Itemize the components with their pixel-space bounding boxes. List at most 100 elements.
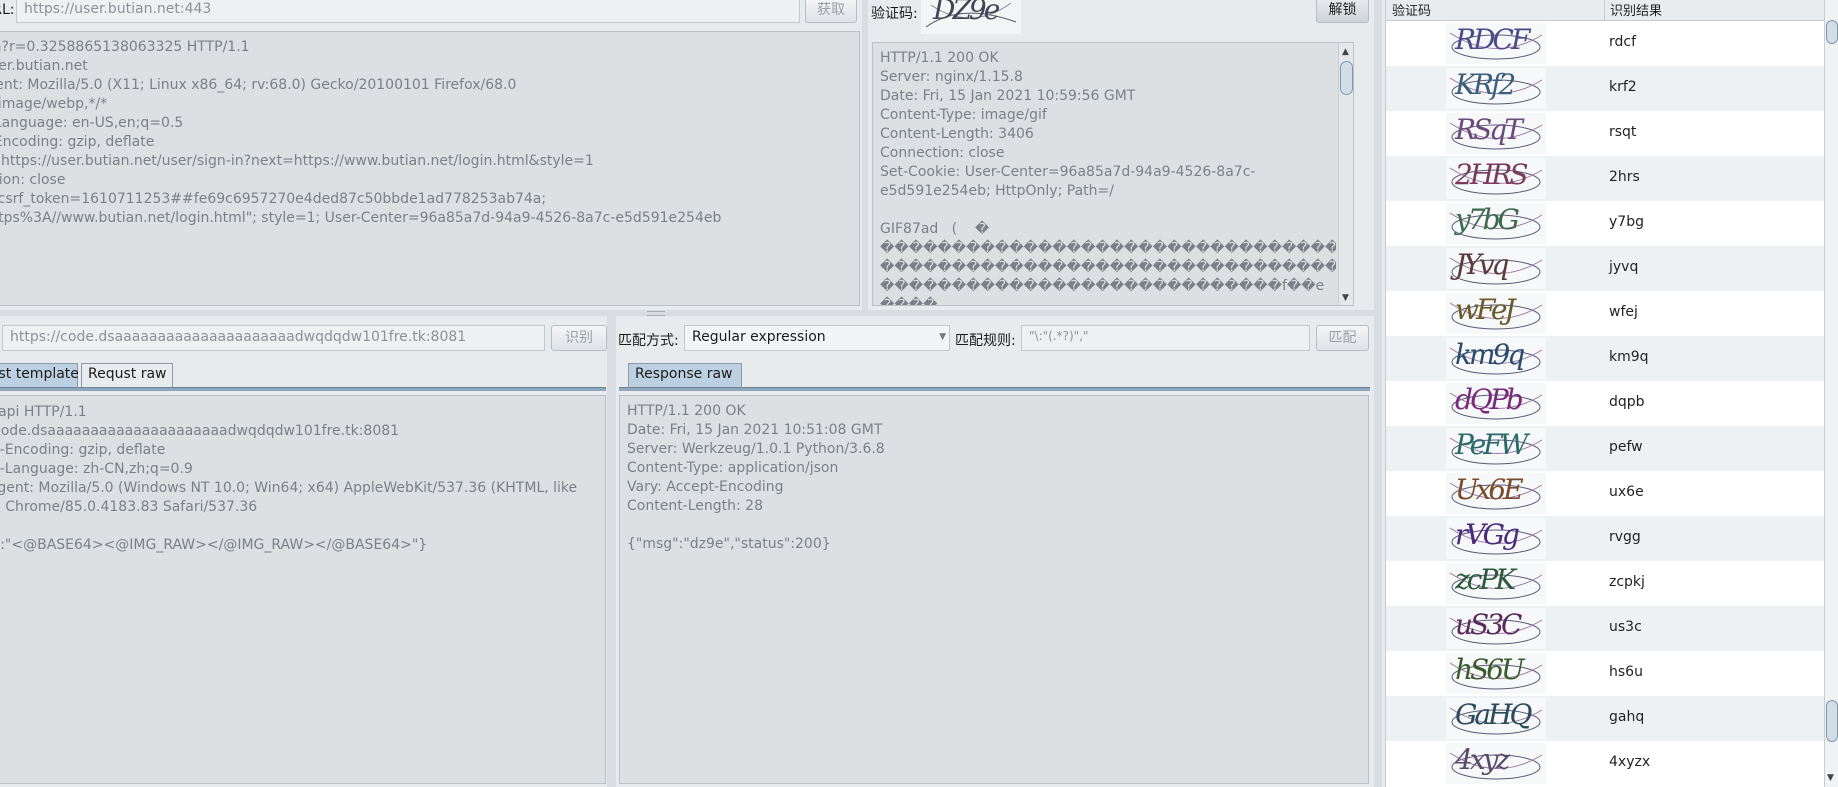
result-cell: us3c — [1609, 619, 1642, 635]
table-row[interactable]: PeFW pefw — [1386, 426, 1824, 471]
response-line: Server: Werkzeug/1.0.1 Python/3.6.8 — [627, 441, 885, 457]
captcha-thumbnail-text: y7bG — [1455, 203, 1520, 236]
table-scroll-thumb-bottom[interactable] — [1826, 700, 1838, 742]
result-cell: hs6u — [1609, 664, 1643, 680]
request-line: Connection: close — [0, 172, 66, 188]
tab-strip-underline — [0, 387, 606, 391]
request-line: Host: user.butian.net — [0, 58, 88, 74]
captcha-response-line: �������������������������������� — [880, 240, 1336, 256]
result-cell: rdcf — [1609, 34, 1637, 50]
table-row[interactable]: dQPb dqpb — [1386, 381, 1824, 426]
table-header: 验证码 识别结果 — [1386, 0, 1824, 21]
response-line: {"msg":"dz9e","status":200} — [627, 536, 831, 552]
captcha-thumbnail-text: 2HRS — [1455, 158, 1528, 191]
vertical-splitter-right[interactable] — [1374, 0, 1382, 787]
response-raw-text: HTTP/1.1 200 OK Date: Fri, 15 Jan 2021 10… — [627, 402, 885, 554]
captcha-thumbnail: y7bG — [1446, 203, 1546, 244]
captcha-thumbnail: rVGg — [1446, 518, 1546, 559]
vertical-splitter-bottom[interactable] — [607, 316, 616, 787]
header-captcha[interactable]: 验证码 — [1392, 0, 1431, 19]
table-row[interactable]: RDCF rdcf — [1386, 21, 1824, 66]
captcha-response-line — [880, 201, 1336, 220]
request-line: Referer: https://user.butian.net/user/si… — [0, 153, 594, 169]
captcha-thumbnail-text: hS6U — [1455, 653, 1525, 686]
results-table[interactable]: 验证码 识别结果 RDCF rdcf KRf2 krf2 RSqT rsqt 2HRS 2hr… — [1385, 0, 1838, 787]
response-line: Vary: Accept-Encoding — [627, 479, 784, 495]
captcha-preview-image: DZ9e — [921, 0, 1021, 34]
table-row[interactable]: KRf2 krf2 — [1386, 66, 1824, 111]
table-row[interactable]: 4xyz 4xyzx — [1386, 741, 1824, 786]
decode-button[interactable]: 解锁 — [1316, 0, 1369, 23]
match-rule-input[interactable]: "\:"(.*?)"," — [1021, 325, 1310, 351]
captcha-thumbnail: JYvq — [1446, 248, 1546, 289]
header-result[interactable]: 识别结果 — [1610, 0, 1662, 19]
table-scroll-up-icon[interactable]: ▼ — [1827, 773, 1834, 783]
identify-url-input[interactable]: https://code.dsaaaaaaaaaaaaaaaaaaaaadwqd… — [2, 325, 545, 351]
captcha-thumbnail-text: uS3C — [1455, 608, 1522, 641]
table-row[interactable]: GaHQ gahq — [1386, 696, 1824, 741]
table-row[interactable]: km9q km9q — [1386, 336, 1824, 381]
chevron-down-icon[interactable]: ▼ — [939, 332, 946, 342]
request-template-text: POST /api HTTP/1.1 Host: code.dsaaaaaaaaa… — [0, 403, 577, 555]
result-cell: jyvq — [1609, 259, 1639, 275]
url-label: URL: — [0, 2, 15, 18]
captcha-thumbnail: km9q — [1446, 338, 1546, 379]
response-line — [627, 516, 885, 535]
captcha-thumbnail: 2HRS — [1446, 158, 1546, 199]
table-row[interactable]: zcPK zcpkj — [1386, 561, 1824, 606]
scroll-up-icon[interactable]: ▲ — [1342, 47, 1349, 57]
captcha-thumbnail-text: PeFW — [1455, 428, 1528, 461]
table-row[interactable]: uS3C us3c — [1386, 606, 1824, 651]
captcha-response-editor[interactable]: HTTP/1.1 200 OK Server: nginx/1.15.8 Date:… — [872, 42, 1354, 306]
response-raw-editor[interactable]: HTTP/1.1 200 OK Date: Fri, 15 Jan 2021 10… — [619, 395, 1369, 784]
tab-request-template[interactable]: Requst template — [0, 363, 79, 387]
table-scrollbar[interactable] — [1824, 0, 1838, 787]
horizontal-splitter[interactable] — [0, 310, 1378, 316]
fetch-button[interactable]: 获取 — [805, 0, 857, 23]
captcha-thumbnail: KRf2 — [1446, 68, 1546, 109]
table-scroll-thumb[interactable] — [1826, 20, 1838, 44]
splitter-grip-icon — [647, 311, 665, 316]
captcha-thumbnail-text: KRf2 — [1455, 68, 1516, 101]
captcha-thumbnail-text: RDCF — [1455, 23, 1530, 56]
captcha-thumbnail: GaHQ — [1446, 698, 1546, 739]
table-row[interactable]: y7bG y7bg — [1386, 201, 1824, 246]
captcha-thumbnail: wFeJ — [1446, 293, 1546, 334]
captcha-preview-text: DZ9e — [933, 0, 1000, 26]
captcha-thumbnail-text: 4xyz — [1455, 743, 1510, 776]
result-cell: y7bg — [1609, 214, 1644, 230]
table-row[interactable]: JYvq jyvq — [1386, 246, 1824, 291]
tab-request-raw[interactable]: Requst raw — [81, 363, 173, 387]
table-row[interactable]: Ux6E ux6e — [1386, 471, 1824, 516]
table-row[interactable]: RSqT rsqt — [1386, 111, 1824, 156]
request-line: next=https%3A//www.butian.net/login.html… — [0, 210, 722, 226]
captcha-thumbnail-text: rVGg — [1455, 518, 1520, 551]
result-cell: ux6e — [1609, 484, 1644, 500]
scroll-thumb[interactable] — [1340, 61, 1353, 95]
result-cell: rvgg — [1609, 529, 1641, 545]
identify-button[interactable]: 识别 — [551, 325, 607, 351]
result-cell: rsqt — [1609, 124, 1637, 140]
request-raw-text: /captcha?r=0.3258865138063325 HTTP/1.1 Ho… — [0, 38, 721, 228]
match-mode-select[interactable]: Regular expression ▼ — [684, 325, 950, 351]
table-row[interactable]: hS6U hs6u — [1386, 651, 1824, 696]
captcha-thumbnail: Ux6E — [1446, 473, 1546, 514]
captcha-thumbnail: PeFW — [1446, 428, 1546, 469]
result-cell: zcpkj — [1609, 574, 1645, 590]
result-cell: km9q — [1609, 349, 1649, 365]
captcha-thumbnail: RSqT — [1446, 113, 1546, 154]
scroll-down-icon[interactable]: ▼ — [1342, 293, 1349, 303]
table-row[interactable]: 2HRS 2hrs — [1386, 156, 1824, 201]
captcha-response-line: Content-Type: image/gif — [880, 107, 1047, 123]
table-row[interactable]: rVGg rvgg — [1386, 516, 1824, 561]
request-template-editor[interactable]: POST /api HTTP/1.1 Host: code.dsaaaaaaaaa… — [0, 395, 606, 784]
captcha-thumbnail-text: Ux6E — [1455, 473, 1524, 506]
match-button[interactable]: 匹配 — [1316, 325, 1369, 351]
tab-response-raw[interactable]: Response raw — [628, 363, 742, 387]
url-input[interactable]: https://user.butian.net:443 — [16, 0, 800, 23]
table-row[interactable]: wFeJ wfej — [1386, 291, 1824, 336]
match-rule-label: 匹配规则: — [955, 333, 1016, 349]
request-raw-editor[interactable]: /captcha?r=0.3258865138063325 HTTP/1.1 Ho… — [0, 31, 860, 306]
vertical-splitter-top[interactable] — [862, 0, 868, 310]
response-tab-underline — [619, 387, 1370, 391]
